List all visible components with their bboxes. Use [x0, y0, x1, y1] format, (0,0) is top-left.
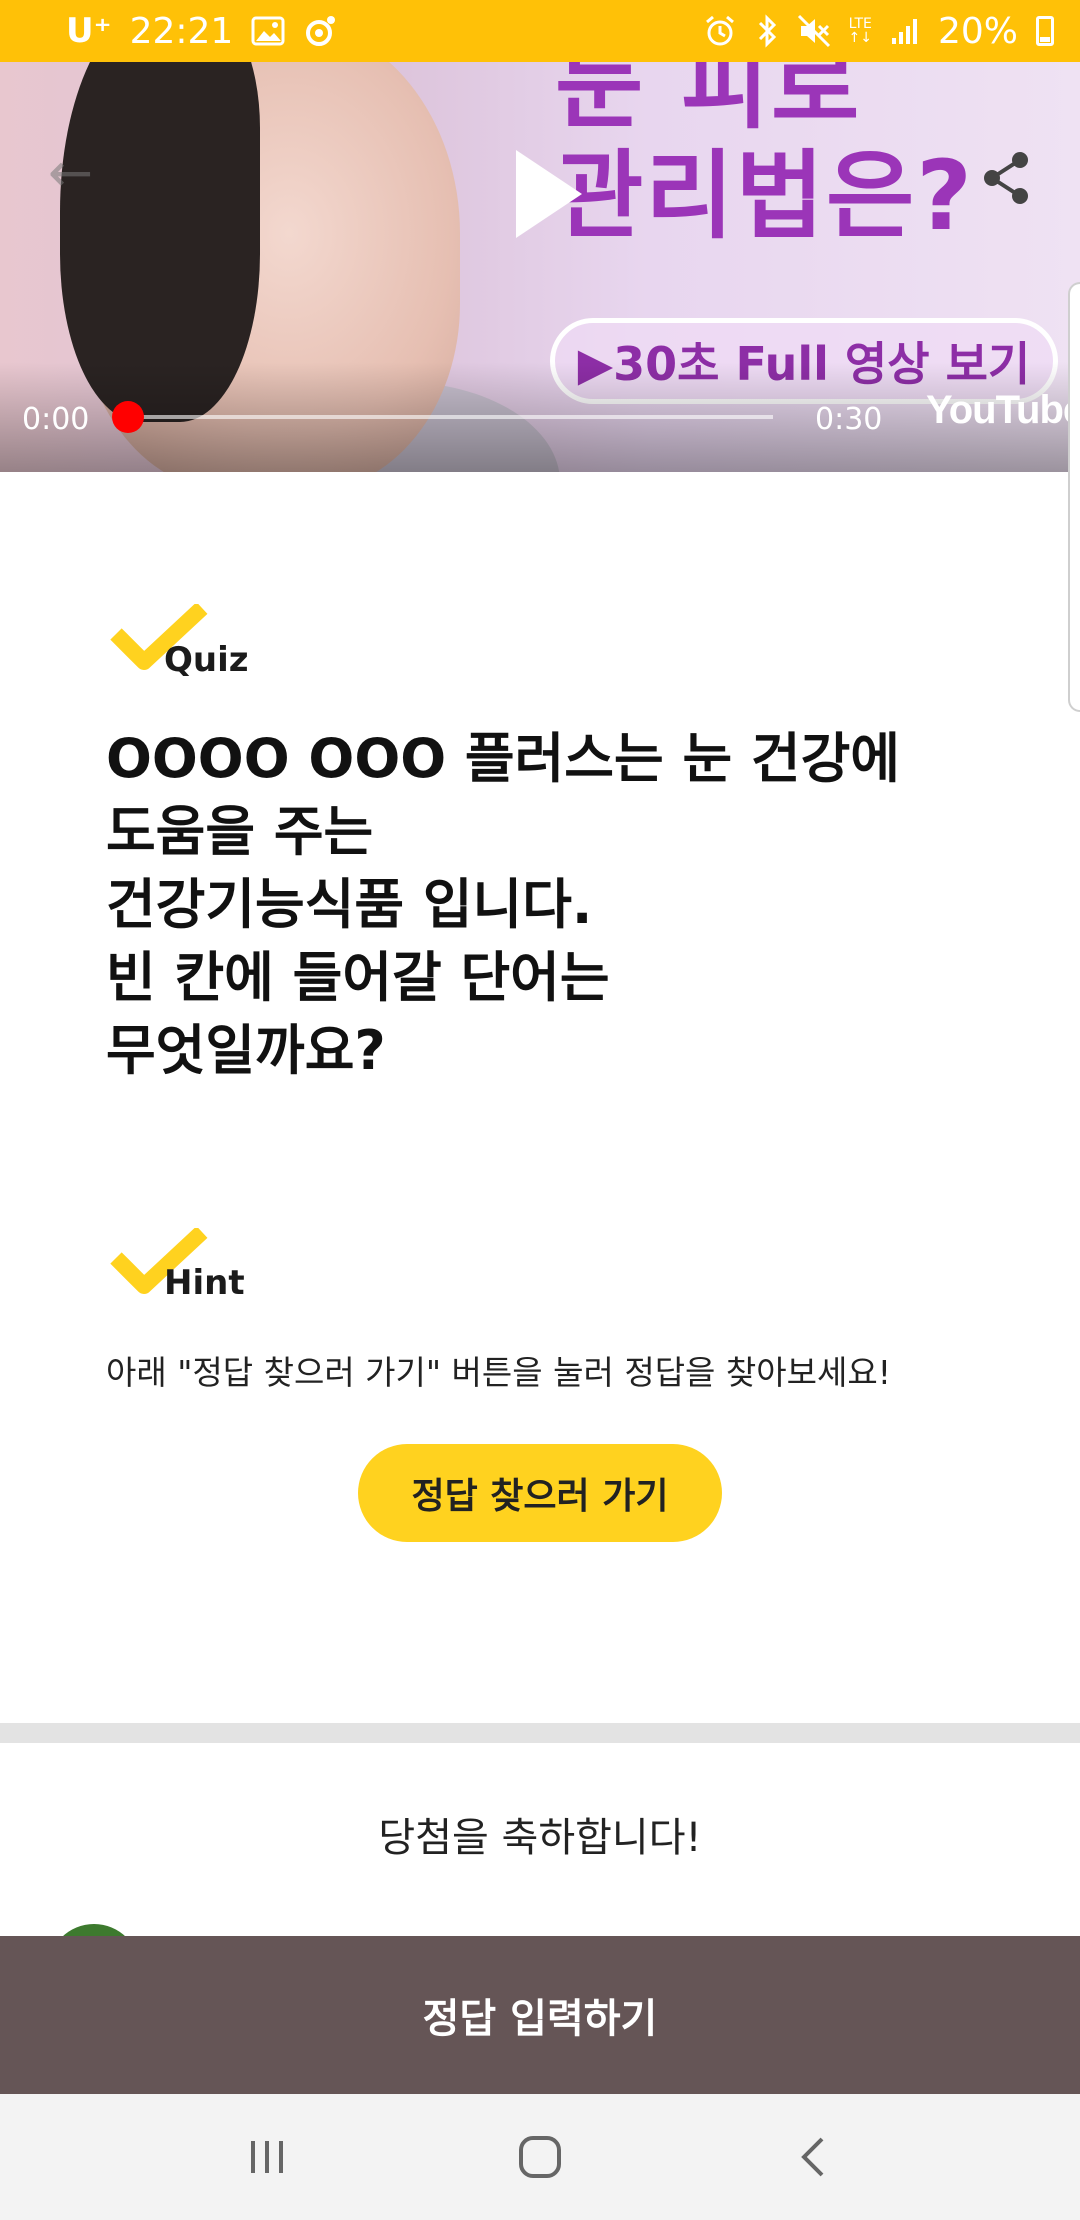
- video-player[interactable]: 눈 피로 관리법은? ▶30초 Full 영상 보기 ← 0:00 0:30 Y…: [0, 62, 1080, 472]
- current-time: 0:00: [22, 402, 90, 437]
- app-notification-icon: [303, 11, 337, 51]
- hint-label: Hint: [164, 1263, 245, 1303]
- progress-bar[interactable]: [128, 415, 773, 419]
- lte-icon: LTE ↑↓: [848, 16, 872, 46]
- signal-icon: [890, 11, 920, 51]
- back-icon[interactable]: [778, 2122, 848, 2192]
- home-icon[interactable]: [505, 2122, 575, 2192]
- alarm-icon: [703, 11, 737, 51]
- mute-icon: [797, 11, 831, 51]
- gallery-icon: [251, 11, 285, 51]
- carrier-label: U⁺: [66, 11, 112, 51]
- winners-title: 당첨을 축하합니다!: [378, 1815, 702, 1861]
- find-answer-button[interactable]: 정답 찾으러 가기: [358, 1444, 722, 1542]
- recent-apps-icon[interactable]: [232, 2122, 302, 2192]
- status-bar: U⁺ 22:21 LTE ↑↓ 20%: [0, 0, 1080, 62]
- play-icon[interactable]: [516, 150, 582, 238]
- battery-percent: 20%: [937, 10, 1018, 52]
- system-nav-bar: [0, 2094, 1080, 2220]
- share-icon[interactable]: [980, 150, 1032, 206]
- battery-icon: [1036, 16, 1054, 46]
- quiz-label: Quiz: [164, 640, 249, 680]
- edge-panel-handle[interactable]: [1068, 282, 1080, 712]
- enter-answer-button[interactable]: 정답 입력하기: [0, 1936, 1080, 2094]
- bluetooth-icon: [755, 11, 779, 51]
- duration: 0:30: [815, 402, 883, 437]
- youtube-logo[interactable]: YouTube: [926, 388, 1080, 433]
- hint-text: 아래 "정답 찾으러 가기" 버튼을 눌러 정답을 찾아보세요!: [106, 1353, 891, 1392]
- progress-knob[interactable]: [112, 401, 144, 433]
- section-divider: [0, 1723, 1080, 1743]
- clock: 22:21: [129, 10, 234, 52]
- quiz-question: OOOO OOO 플러스는 눈 건강에 도움을 주는 건강기능식품 입니다. 빈…: [106, 727, 900, 1082]
- back-arrow-icon[interactable]: ←: [48, 146, 93, 200]
